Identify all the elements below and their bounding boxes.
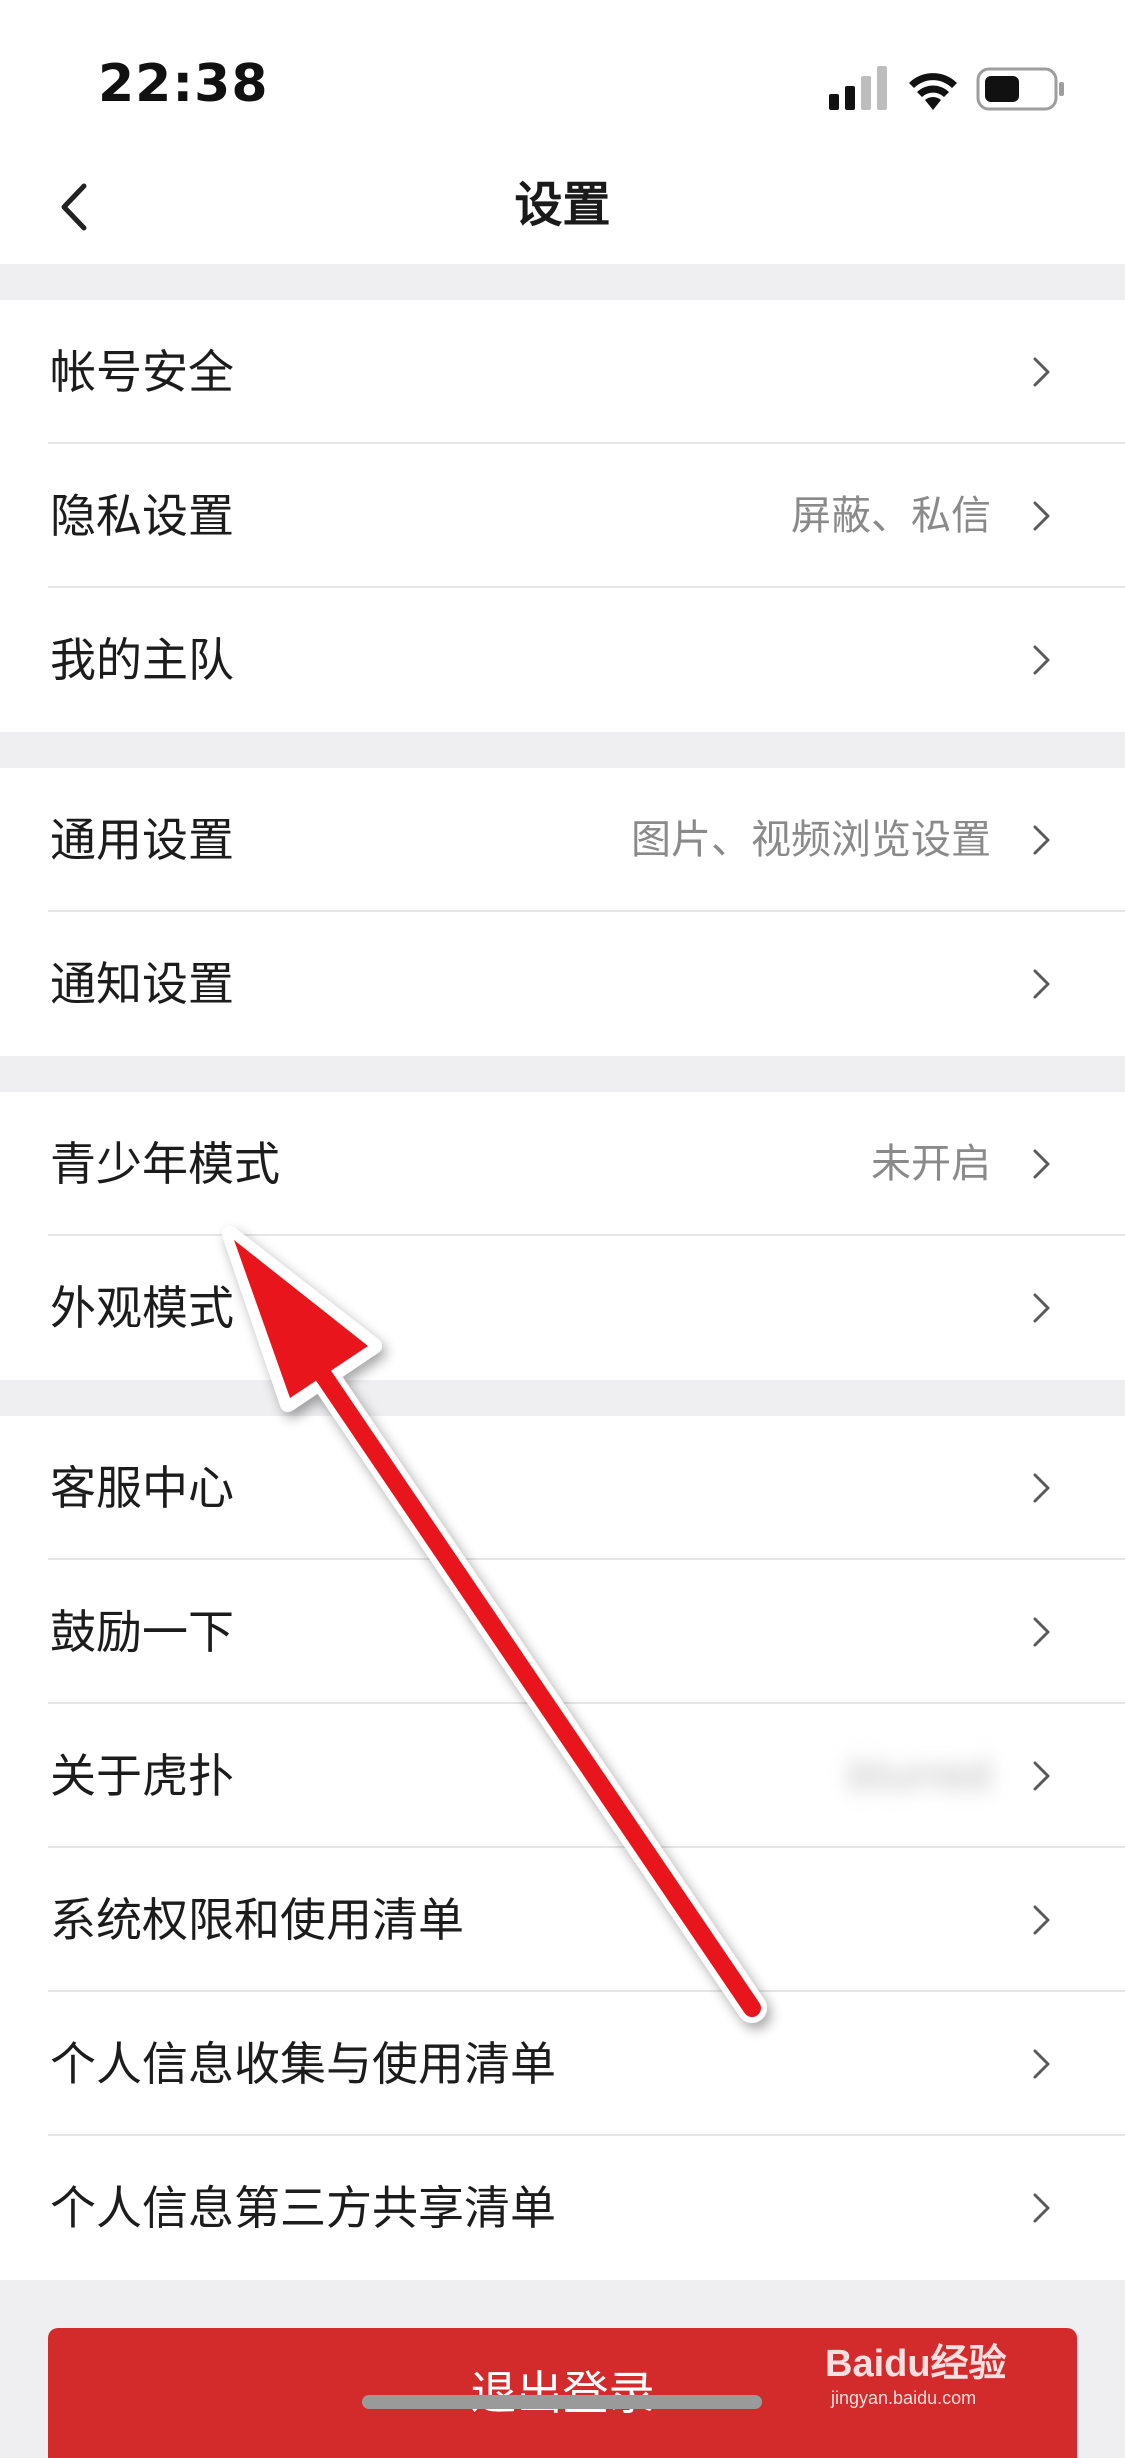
settings-row-appearance[interactable]: 外观模式 (0, 1236, 1125, 1380)
settings-row-third-party-sharing[interactable]: 个人信息第三方共享清单 (0, 2136, 1125, 2280)
nav-bar: 设置 (0, 150, 1125, 264)
wifi-icon (909, 73, 957, 110)
settings-row-about[interactable]: 关于虎扑 blurred (0, 1704, 1125, 1848)
row-value: 图片、视频浏览设置 (631, 817, 991, 863)
chevron-right-icon (1033, 1473, 1050, 1503)
chevron-right-icon (1033, 1293, 1050, 1323)
settings-row-account-security[interactable]: 帐号安全 (0, 300, 1125, 444)
row-label: 通用设置 (50, 813, 234, 867)
logout-button[interactable]: 退出登录 (48, 2328, 1077, 2458)
chevron-right-icon (1033, 2049, 1050, 2079)
settings-row-home-team[interactable]: 我的主队 (0, 588, 1125, 732)
home-indicator (362, 2395, 762, 2409)
settings-row-encourage[interactable]: 鼓励一下 (0, 1560, 1125, 1704)
chevron-right-icon (1033, 1905, 1050, 1935)
row-value-blurred: blurred (847, 1753, 991, 1799)
chevron-right-icon (1033, 1149, 1050, 1179)
row-value: 未开启 (871, 1141, 991, 1187)
row-label: 隐私设置 (50, 489, 234, 543)
row-label: 关于虎扑 (50, 1749, 234, 1803)
chevron-right-icon (1033, 501, 1050, 531)
settings-row-general[interactable]: 通用设置 图片、视频浏览设置 (0, 768, 1125, 912)
settings-row-customer-service[interactable]: 客服中心 (0, 1416, 1125, 1560)
row-label: 个人信息收集与使用清单 (50, 2037, 556, 2091)
chevron-right-icon (1033, 969, 1050, 999)
row-label: 帐号安全 (50, 345, 234, 399)
status-bar: 22:38 (0, 0, 1125, 150)
row-label: 鼓励一下 (50, 1605, 234, 1659)
settings-row-privacy[interactable]: 隐私设置 屏蔽、私信 (0, 444, 1125, 588)
chevron-right-icon (1033, 1617, 1050, 1647)
page-title: 设置 (514, 177, 611, 233)
battery-icon (976, 67, 1064, 111)
row-label: 个人信息第三方共享清单 (50, 2181, 556, 2235)
settings-row-notifications[interactable]: 通知设置 (0, 912, 1125, 1056)
row-label: 外观模式 (50, 1281, 234, 1335)
chevron-right-icon (1033, 825, 1050, 855)
settings-group-support: 客服中心 鼓励一下 关于虎扑 blurred 系统权限和使用清单 个人信息收集与… (0, 1416, 1125, 2280)
row-label: 青少年模式 (50, 1137, 280, 1191)
settings-group-general: 通用设置 图片、视频浏览设置 通知设置 (0, 768, 1125, 1056)
chevron-right-icon (1033, 645, 1050, 675)
status-icons (829, 66, 1064, 111)
settings-row-personal-info-collection[interactable]: 个人信息收集与使用清单 (0, 1992, 1125, 2136)
row-label: 我的主队 (50, 633, 234, 687)
row-value: 屏蔽、私信 (791, 493, 991, 539)
row-label: 系统权限和使用清单 (50, 1893, 464, 1947)
signal-icon (829, 66, 887, 110)
status-time: 22:38 (98, 54, 269, 114)
settings-group-modes: 青少年模式 未开启 外观模式 (0, 1092, 1125, 1380)
row-label: 客服中心 (50, 1461, 234, 1515)
chevron-right-icon (1033, 2193, 1050, 2223)
settings-row-permissions-list[interactable]: 系统权限和使用清单 (0, 1848, 1125, 1992)
settings-group-account: 帐号安全 隐私设置 屏蔽、私信 我的主队 (0, 300, 1125, 732)
chevron-right-icon (1033, 357, 1050, 387)
settings-row-teen-mode[interactable]: 青少年模式 未开启 (0, 1092, 1125, 1236)
chevron-right-icon (1033, 1761, 1050, 1791)
row-label: 通知设置 (50, 957, 234, 1011)
